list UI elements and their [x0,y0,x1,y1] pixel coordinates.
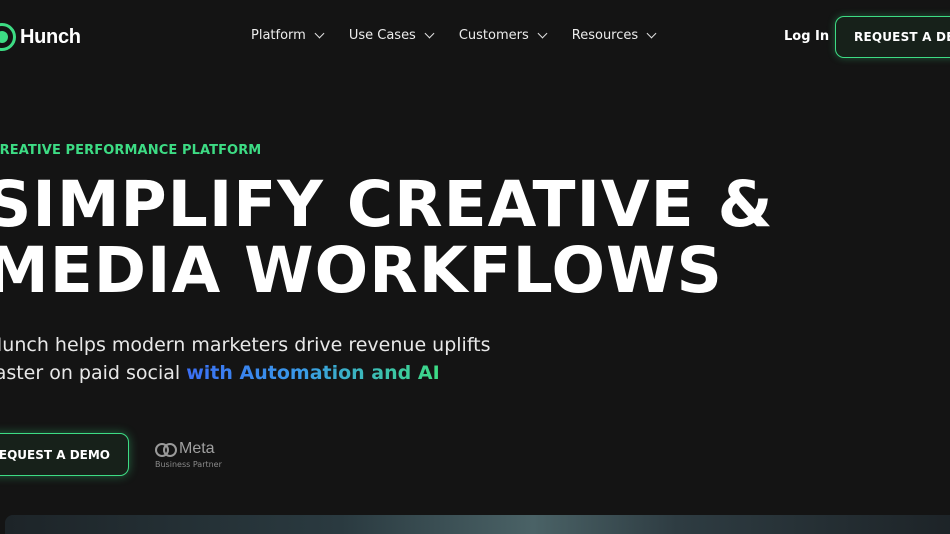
sub-line-2-plain: faster on paid social [0,362,187,384]
nav-item-use-cases[interactable]: Use Cases [348,28,435,43]
nav-item-label: Platform [251,28,306,43]
main-nav: Platform Use Cases Customers Resources [251,28,681,43]
request-demo-button-hero[interactable]: REQUEST A DEMO [0,433,129,476]
nav-item-label: Use Cases [348,28,416,43]
chevron-down-icon [424,28,435,39]
hero-headline: SIMPLIFY CREATIVE & MEDIA WORKFLOWS [0,172,774,304]
hero-eyebrow: CREATIVE PERFORMANCE PLATFORM [0,143,262,158]
sub-line-1: Hunch helps modern marketers drive reven… [0,334,491,356]
nav-item-label: Customers [458,28,529,43]
product-preview-panel [5,515,950,534]
nav-item-resources[interactable]: Resources [571,28,657,43]
chevron-down-icon [646,28,657,39]
sub-line-2-highlight: with Automation and AI [186,362,440,384]
meta-logo-row: Meta [155,440,222,458]
meta-sub: Business Partner [155,460,222,469]
brand-logo[interactable]: Hunch [0,22,81,52]
sub-line-2: faster on paid social with Automation an… [0,359,491,387]
hero-subheadline: Hunch helps modern marketers drive reven… [0,331,491,387]
meta-name: Meta [179,440,215,457]
chevron-down-icon [537,28,548,39]
nav-item-label: Resources [571,28,639,43]
nav-item-customers[interactable]: Customers [458,28,548,43]
chevron-down-icon [314,28,325,39]
site-header: Hunch Platform Use Cases Customers Resou… [0,0,950,74]
hunch-logo-icon [0,23,16,51]
request-demo-button-header[interactable]: REQUEST A DEMO [835,16,950,58]
headline-line-2: MEDIA WORKFLOWS [0,234,723,307]
brand-name: Hunch [20,25,81,48]
nav-item-platform[interactable]: Platform [251,28,325,43]
meta-partner-badge: Meta Business Partner [155,440,222,469]
headline-line-1: SIMPLIFY CREATIVE & [0,168,774,241]
login-link[interactable]: Log In [784,29,829,44]
meta-infinity-icon [155,443,177,457]
